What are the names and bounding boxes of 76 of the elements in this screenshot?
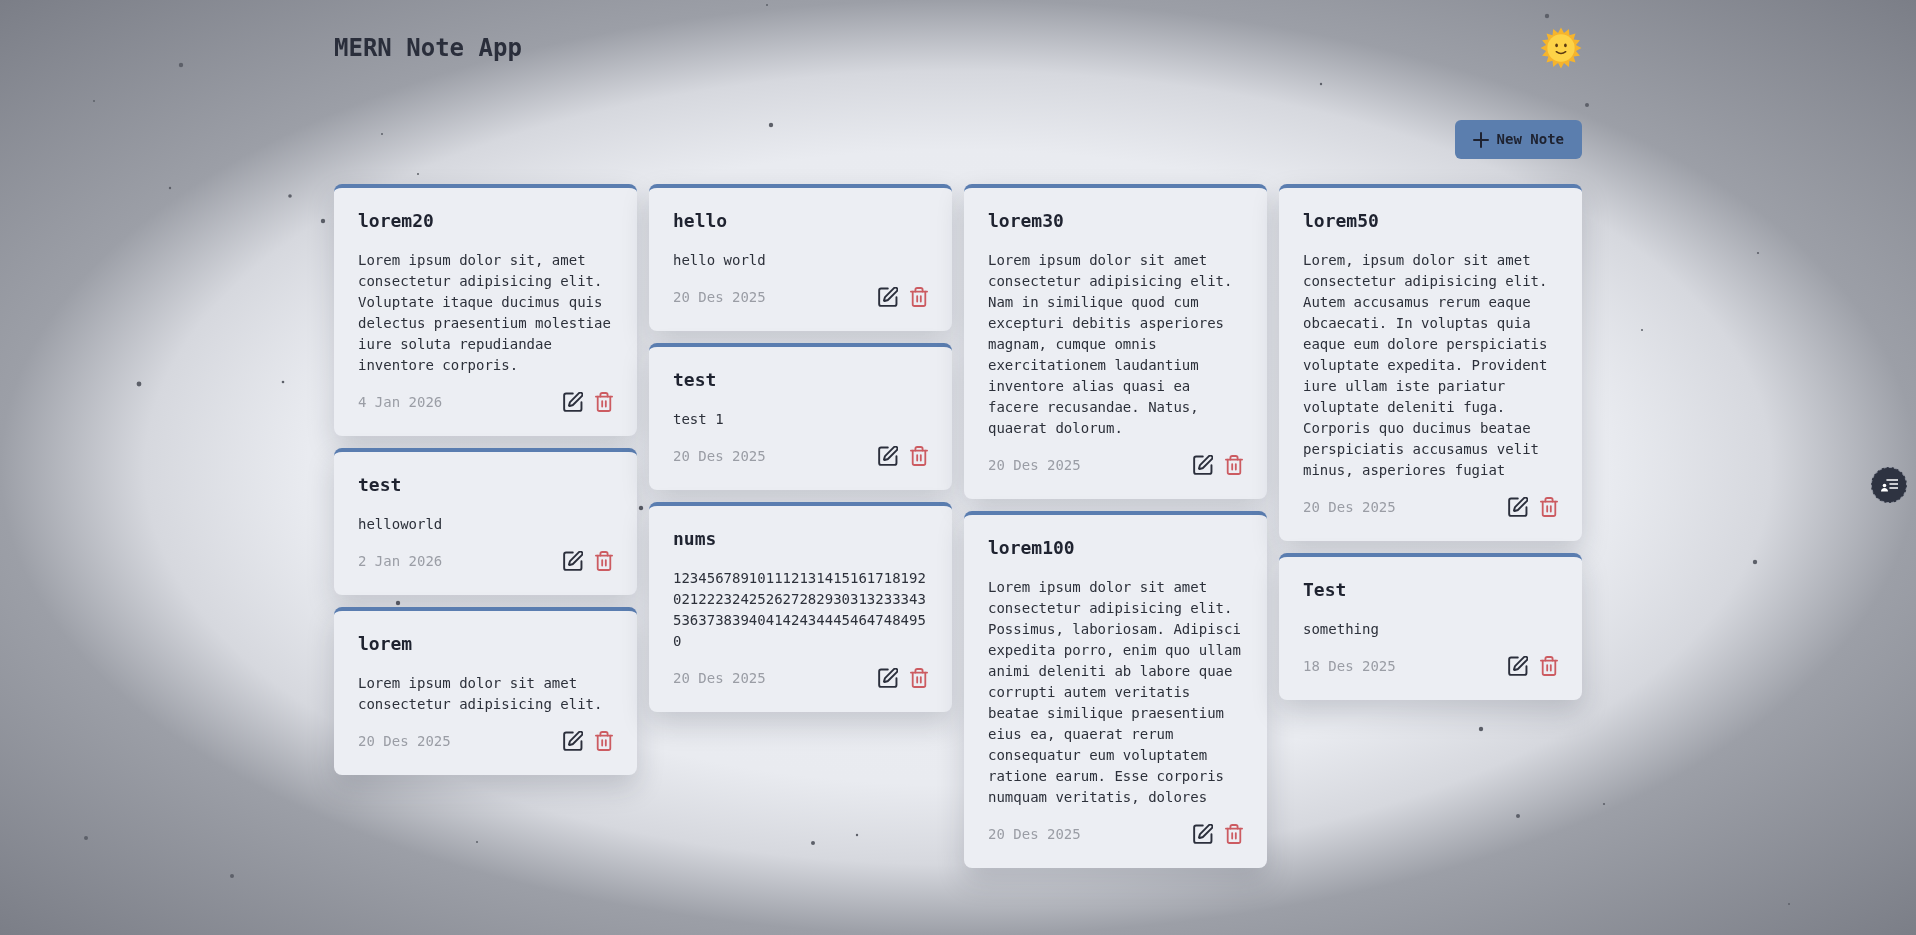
pencil-square-icon (1193, 824, 1213, 844)
particle-dot (281, 380, 285, 384)
particle-dot (136, 381, 142, 387)
pencil-square-icon (1508, 656, 1528, 676)
particle-dot (768, 122, 774, 128)
note-title: lorem30 (988, 209, 1065, 233)
trash-icon (595, 551, 613, 571)
trash-icon (595, 731, 613, 751)
note-title: test (358, 473, 403, 497)
note-title: hello (673, 209, 729, 233)
note-body: hello world (673, 251, 767, 270)
note-body: Lorem ipsum dolor sit amet consectetur adipisicing elit. (358, 674, 604, 714)
note-date: 20 Des 2025 (358, 732, 451, 751)
particle-dot (395, 600, 401, 606)
note-title: nums (673, 527, 718, 551)
trash-icon (910, 668, 928, 688)
pencil-square-icon (1193, 455, 1213, 475)
particle-dot (1756, 251, 1760, 255)
note-date: 20 Des 2025 (1303, 498, 1396, 517)
note-title: lorem100 (988, 536, 1076, 560)
particle-dot (1478, 726, 1484, 732)
particle-dot (1544, 13, 1550, 19)
trash-icon (1540, 656, 1558, 676)
trash-icon (910, 446, 928, 466)
person-list-icon (1880, 478, 1898, 492)
particle-dot (1585, 103, 1589, 107)
note-body: 1234567891011121314151617181920212223242526272829303132333435363738394041424344454647484950 (673, 569, 927, 651)
note-title: test (673, 368, 718, 392)
pencil-square-icon (563, 731, 583, 751)
trash-icon (1225, 824, 1243, 844)
particle-dot (638, 505, 644, 511)
note-date: 18 Des 2025 (1303, 657, 1396, 676)
plus-icon (1472, 131, 1489, 148)
trash-icon (1540, 497, 1558, 517)
particle-dot (178, 62, 184, 68)
note-date: 4 Jan 2026 (358, 393, 443, 412)
note-date: 20 Des 2025 (673, 669, 766, 688)
particle-dot (811, 841, 815, 845)
floating-menu-button[interactable] (1871, 467, 1907, 503)
note-date: 2 Jan 2026 (358, 552, 443, 571)
pencil-square-icon (563, 392, 583, 412)
note-body: Lorem ipsum dolor sit amet consectetur adipisicing elit. Nam in similique quod cum excepturi debitis asperiores magnam, cumque omnis exercitationem laudantium inventore alias quasi ea facere recusandae. Natus, quaerat dolorum. (988, 251, 1234, 438)
note-body: helloworld (358, 515, 444, 534)
trash-icon (1225, 455, 1243, 475)
note-date: 20 Des 2025 (988, 825, 1081, 844)
note-body: Lorem ipsum dolor sit, amet consectetur adipisicing elit. Voluptate itaque ducimus quis delectus praesentium molestiae iure soluta repudiandae inventore corporis. (358, 251, 612, 375)
note-date: 20 Des 2025 (673, 288, 766, 307)
note-title: Test (1303, 578, 1348, 602)
pencil-square-icon (878, 287, 898, 307)
particle-dot (320, 218, 326, 224)
new-note-button[interactable]: New Note (1454, 120, 1582, 159)
pencil-square-icon (878, 668, 898, 688)
particle-dot (84, 836, 88, 840)
note-date: 20 Des 2025 (673, 447, 766, 466)
pencil-square-icon (563, 551, 583, 571)
particle-dot (168, 186, 172, 190)
note-body: Lorem, ipsum dolor sit amet consectetur adipisicing elit. Autem accusamus rerum eaque obcaecati. In voluptas quia eaque eum dolore perspiciatis voluptate expedita. Provident iure ullam iste pariatur voluptate deleniti fuga. Corporis quo ducimus beatae perspiciatis accusamus velit minus, asperiores fugiat (1303, 251, 1549, 480)
particle-dot (1752, 559, 1758, 565)
note-title: lorem20 (358, 209, 435, 233)
particle-dot (855, 833, 859, 837)
note-body: something (1303, 620, 1380, 639)
pencil-square-icon (878, 446, 898, 466)
trash-icon (595, 392, 613, 412)
particle-dot (288, 194, 292, 198)
pencil-square-icon (1508, 497, 1528, 517)
note-title: lorem50 (1303, 209, 1380, 233)
particle-dot (230, 874, 234, 878)
trash-icon (910, 287, 928, 307)
note-date: 20 Des 2025 (988, 456, 1081, 475)
app-title: MERN Note App (334, 33, 522, 64)
note-body: Lorem ipsum dolor sit amet consectetur adipisicing elit. Possimus, laboriosam. Adipisci expedita porro, enim quo ullam animi deleniti ab labore quae corrupti autem veritatis beatae similique praesentium eius ea, quaerat rerum consequatur eum voluptatem ratione earum. Esse corporis numquam veritatis, dolores (988, 578, 1242, 807)
note-title: lorem (358, 632, 414, 656)
particle-dot (1602, 802, 1606, 806)
note-body: test 1 (673, 410, 725, 429)
particle-dot (1319, 82, 1323, 86)
particle-dot (1516, 814, 1520, 818)
